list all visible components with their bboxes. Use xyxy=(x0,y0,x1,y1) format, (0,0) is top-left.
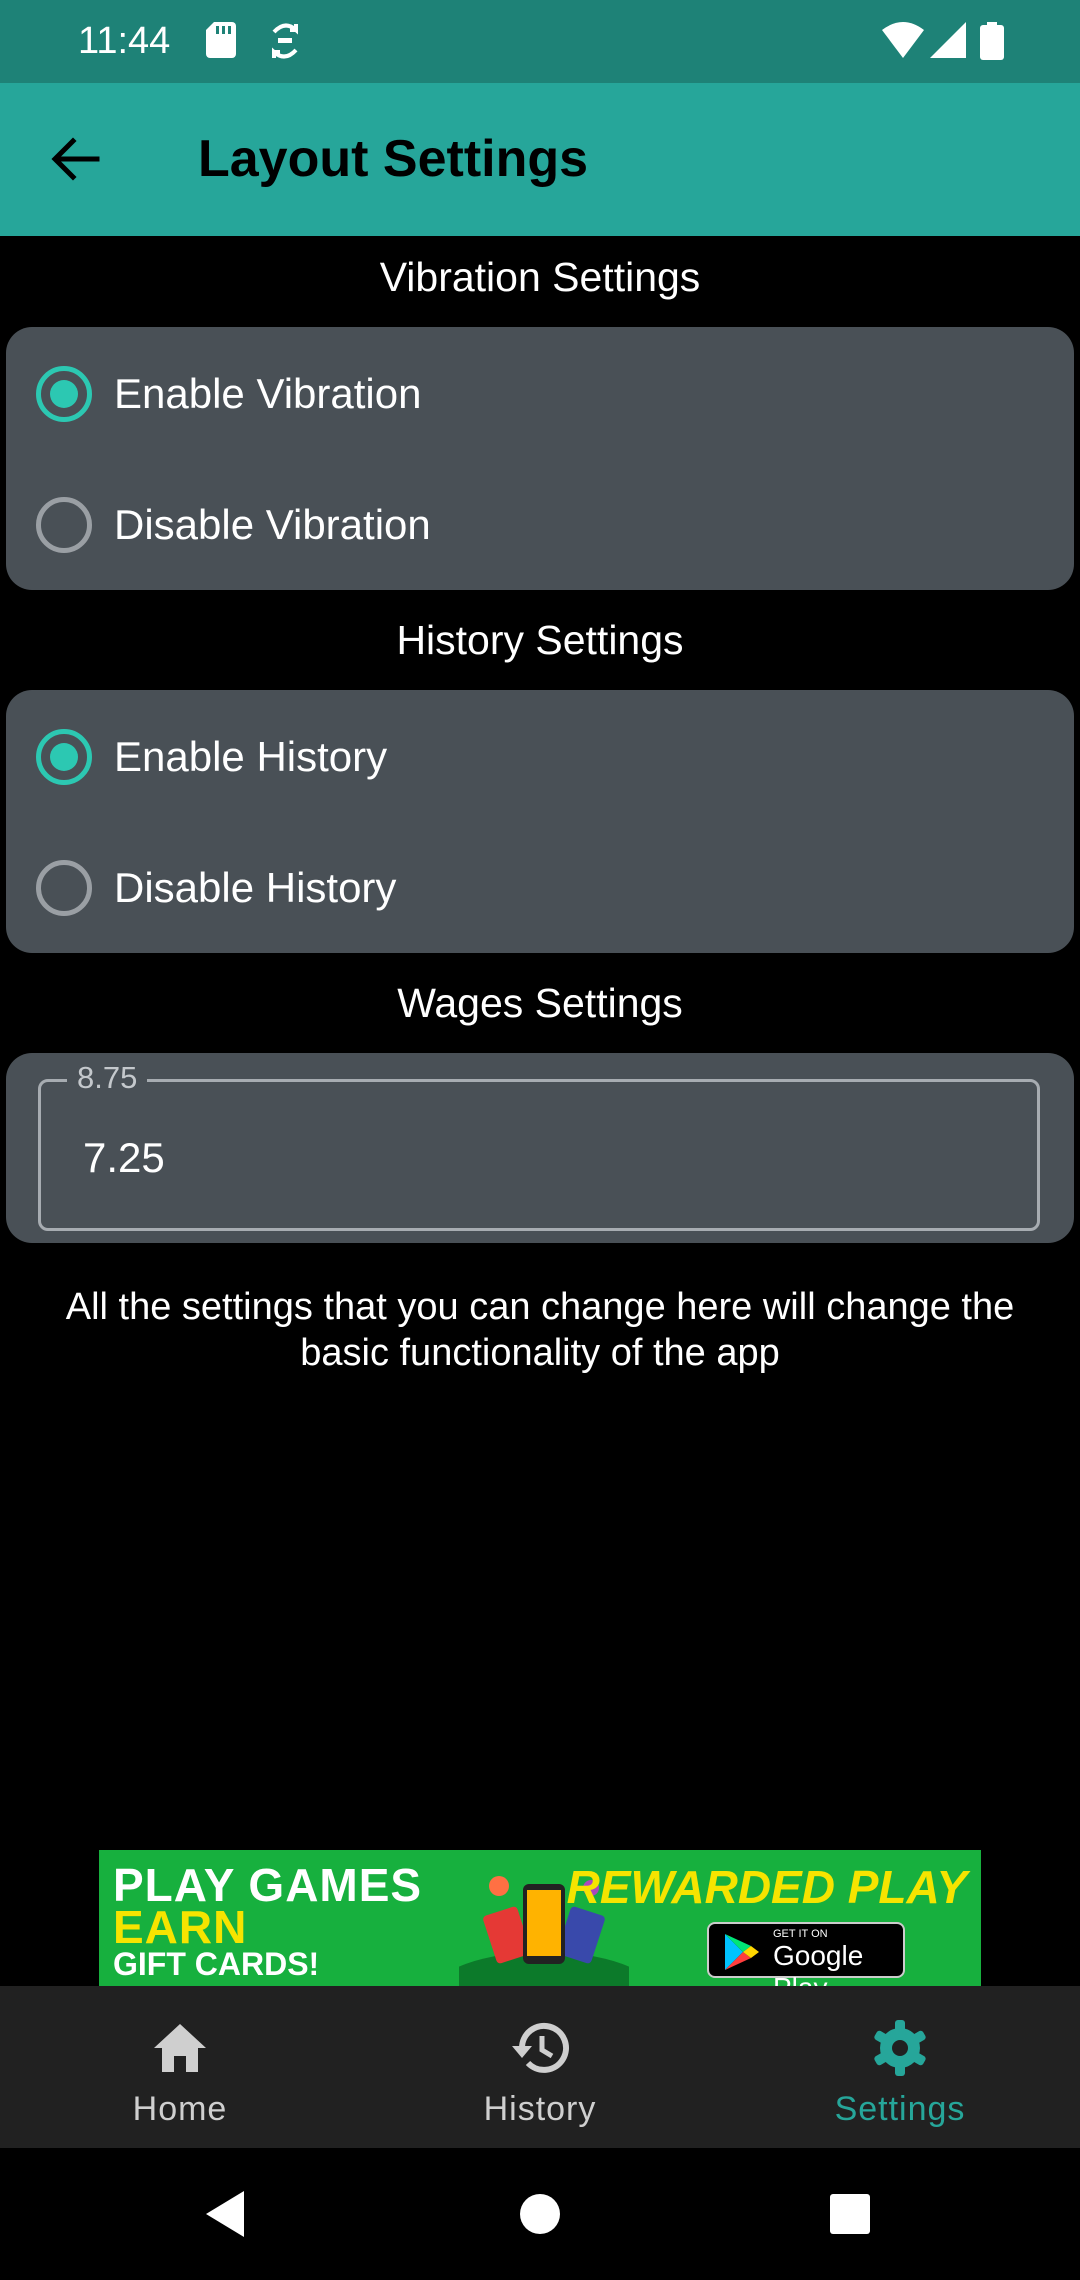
sync-status-icon xyxy=(272,23,298,59)
nav-item-history[interactable]: History xyxy=(360,1986,720,2148)
home-icon xyxy=(154,2024,206,2072)
history-icon xyxy=(512,2022,569,2073)
disable-vibration-radio[interactable] xyxy=(36,497,92,553)
disable-vibration-label: Disable Vibration xyxy=(114,501,431,548)
wage-input-field[interactable]: 8.75 7.25 xyxy=(38,1060,1040,1231)
bottom-navigation: Home History Settings xyxy=(0,1986,1080,2148)
enable-vibration-label: Enable Vibration xyxy=(114,370,422,417)
disable-history-radio[interactable] xyxy=(36,860,92,916)
cell-signal-icon xyxy=(930,22,966,58)
disable-vibration-option[interactable]: Disable Vibration xyxy=(36,475,431,575)
wage-input-value[interactable]: 7.25 xyxy=(83,1134,165,1182)
ad-brand-rewarded-play: REWARDED PLAY xyxy=(566,1861,967,1913)
history-settings-title: History Settings xyxy=(396,617,684,663)
ad-line-gift-cards: GIFT CARDS! xyxy=(113,1946,320,1982)
system-navigation-bar xyxy=(0,2148,1080,2280)
circle-home-icon xyxy=(520,2194,560,2234)
status-bar: 11:44 xyxy=(0,0,1080,83)
vibration-settings-title: Vibration Settings xyxy=(379,254,701,300)
disable-history-label: Disable History xyxy=(114,864,397,911)
wages-settings-card: 8.75 7.25 xyxy=(6,1053,1074,1243)
app-bar: Layout Settings xyxy=(0,83,1080,236)
wage-input-hint: 8.75 xyxy=(67,1060,148,1096)
google-play-get-it-on: GET IT ON xyxy=(773,1928,828,1940)
enable-vibration-radio[interactable] xyxy=(36,366,92,422)
wifi-icon xyxy=(882,22,924,58)
settings-info-text: All the settings that you can change her… xyxy=(65,1286,1015,1374)
nav-item-home[interactable]: Home xyxy=(0,1986,360,2148)
ad-banner[interactable]: PLAY GAMES EARN GIFT CARDS! REWARDED PLA… xyxy=(99,1850,981,1986)
enable-history-label: Enable History xyxy=(114,733,388,780)
enable-history-option[interactable]: Enable History xyxy=(36,707,387,807)
vibration-settings-card: Enable Vibration Disable Vibration xyxy=(6,327,1074,590)
enable-history-radio[interactable] xyxy=(36,729,92,785)
system-recents-button[interactable] xyxy=(820,2184,880,2244)
google-play-label: Google Play xyxy=(773,1940,864,1986)
battery-icon xyxy=(980,22,1004,60)
settings-gear-icon xyxy=(874,2020,926,2076)
system-home-button[interactable] xyxy=(510,2184,570,2244)
disable-history-option[interactable]: Disable History xyxy=(36,838,396,938)
nav-label-settings: Settings xyxy=(834,2090,966,2128)
arrow-back-icon xyxy=(51,137,100,181)
triangle-back-icon xyxy=(206,2191,244,2237)
nav-label-home: Home xyxy=(132,2090,228,2128)
sd-card-icon xyxy=(206,22,236,58)
nav-label-history: History xyxy=(483,2090,597,2128)
wages-settings-title: Wages Settings xyxy=(397,980,683,1026)
enable-vibration-option[interactable]: Enable Vibration xyxy=(36,344,421,444)
google-play-badge[interactable]: GET IT ON Google Play xyxy=(707,1922,905,1986)
square-recents-icon xyxy=(830,2194,870,2234)
page-title: Layout Settings xyxy=(198,130,589,188)
status-time: 11:44 xyxy=(78,20,171,62)
back-button[interactable] xyxy=(36,119,116,199)
nav-item-settings[interactable]: Settings xyxy=(720,1986,1080,2148)
system-back-button[interactable] xyxy=(196,2184,256,2244)
history-settings-card: Enable History Disable History xyxy=(6,690,1074,953)
google-play-icon xyxy=(725,1934,759,1970)
